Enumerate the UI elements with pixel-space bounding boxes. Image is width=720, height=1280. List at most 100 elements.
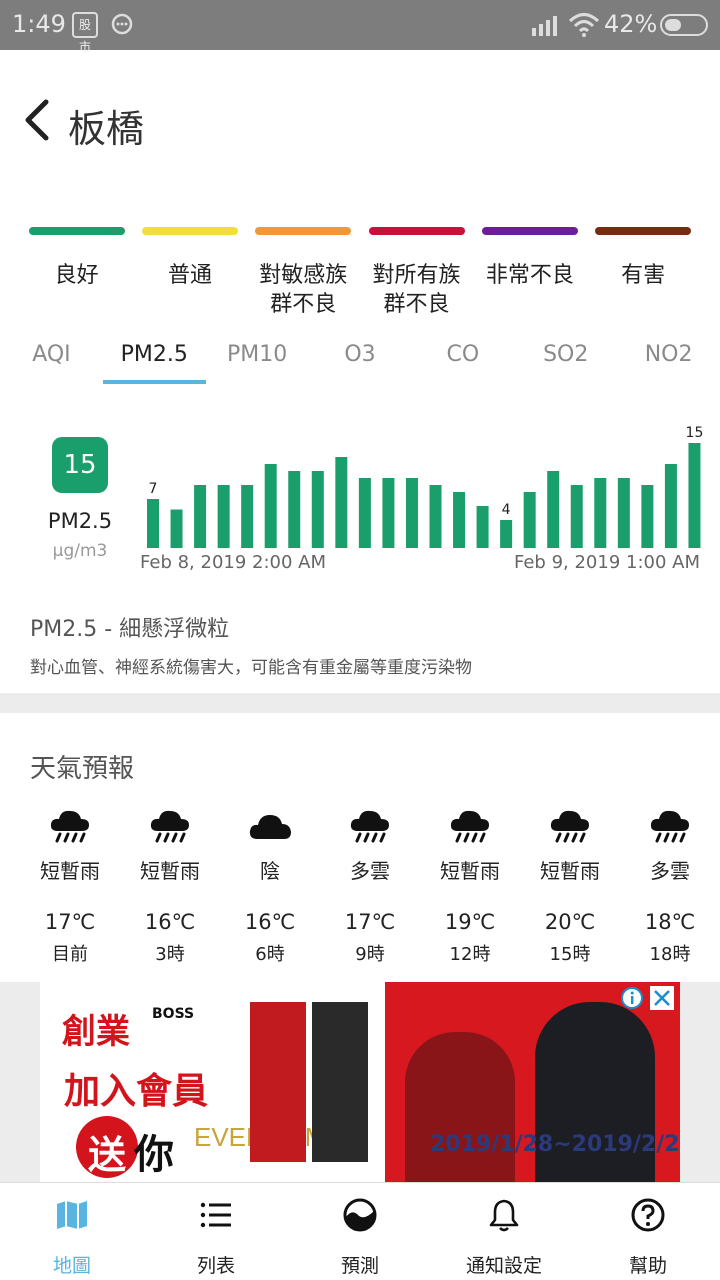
ad-product-box bbox=[312, 1002, 368, 1162]
nav-item-help[interactable]: 幫助 bbox=[576, 1183, 720, 1280]
chart-bar bbox=[500, 520, 513, 548]
tab-so2[interactable]: SO2 bbox=[514, 338, 617, 384]
status-bar: 1:49 股市 42% bbox=[0, 0, 720, 54]
tab-co[interactable]: CO bbox=[411, 338, 514, 384]
pollutant-description-title: PM2.5 - 細懸浮微粒 bbox=[30, 617, 230, 642]
nav-label: 地圖 bbox=[52, 1255, 91, 1277]
ad-brand: 創業 bbox=[62, 1012, 130, 1052]
legend-item: 對所有族 群不良 bbox=[360, 227, 473, 319]
wifi-icon bbox=[568, 13, 600, 37]
chart-bar bbox=[405, 478, 418, 548]
ad-you-text: 你 bbox=[134, 1132, 174, 1178]
ad-close-icon[interactable] bbox=[650, 986, 674, 1010]
forecast-condition: 短暫雨 bbox=[40, 859, 100, 883]
chart-bar bbox=[688, 443, 701, 548]
chart-bar bbox=[453, 492, 466, 548]
legend-color-bar bbox=[595, 227, 692, 235]
forecast-temperature: 18℃ bbox=[644, 910, 696, 934]
forecast-time: 9時 bbox=[355, 944, 385, 965]
chart-bar bbox=[594, 478, 607, 548]
forecast-item: 多雲 17℃ 9時 bbox=[320, 805, 420, 966]
forecast-title: 天氣預報 bbox=[30, 754, 135, 784]
nav-item-list[interactable]: 列表 bbox=[144, 1183, 288, 1280]
legend-label: 非常不良 bbox=[485, 263, 574, 288]
pm25-chart: 7 4 15 bbox=[140, 415, 705, 575]
ad-dates: 2019/1/28~2019/2/28 bbox=[430, 1132, 680, 1157]
legend-color-bar bbox=[141, 227, 238, 235]
tab-o3[interactable]: O3 bbox=[309, 338, 412, 384]
rain-cloud-icon bbox=[150, 810, 189, 843]
stock-app-icon: 股市 bbox=[72, 12, 98, 54]
ad-banner[interactable]: 創業 BOSS 加入會員 送 你 EVERYTIME 2019/1/28~201… bbox=[40, 982, 680, 1182]
pollutant-description-body: 對心血管、神經系統傷害大，可能含有重金屬等重度污染物 bbox=[30, 658, 472, 678]
tab-aqi[interactable]: AQI bbox=[0, 338, 103, 384]
ad-headline: 加入會員 bbox=[64, 1071, 209, 1112]
pollutant-name: PM2.5 bbox=[47, 509, 113, 533]
chart-bar bbox=[264, 464, 277, 548]
legend-item: 有害 bbox=[586, 227, 699, 319]
legend-item: 良好 bbox=[20, 227, 133, 319]
section-divider bbox=[0, 693, 720, 713]
chart-bar bbox=[429, 485, 442, 548]
message-icon bbox=[111, 13, 133, 35]
chart-bar bbox=[382, 478, 395, 548]
ad-product-box bbox=[250, 1002, 306, 1162]
forecast-condition: 多雲 bbox=[350, 859, 390, 883]
list-icon bbox=[200, 1202, 231, 1228]
chart-svg: 7 4 15 bbox=[147, 425, 704, 548]
forecast-temperature: 17℃ bbox=[344, 910, 396, 934]
nav-item-bell[interactable]: 通知設定 bbox=[432, 1183, 576, 1280]
forecast-item: 短暫雨 20℃ 15時 bbox=[520, 805, 620, 966]
forecast-item: 多雲 18℃ 18時 bbox=[620, 805, 720, 966]
back-arrow-icon[interactable] bbox=[22, 98, 52, 142]
nav-item-forecast[interactable]: 預測 bbox=[288, 1183, 432, 1280]
map-icon bbox=[57, 1201, 87, 1229]
forecast-condition: 短暫雨 bbox=[440, 859, 500, 883]
page-title: 板橋 bbox=[68, 107, 145, 151]
rain-cloud-icon bbox=[550, 810, 589, 843]
tab-pm25[interactable]: PM2.5 bbox=[102, 338, 206, 384]
nav-item-map[interactable]: 地圖 bbox=[0, 1183, 144, 1280]
chart-bar bbox=[147, 499, 159, 548]
legend-item: 普通 bbox=[133, 227, 246, 319]
chart-bar bbox=[570, 485, 583, 548]
tab-no2[interactable]: NO2 bbox=[617, 338, 720, 384]
chart-data-label: 4 bbox=[502, 502, 511, 518]
forecast-temperature: 16℃ bbox=[244, 910, 296, 934]
forecast-item: 短暫雨 17℃ 目前 bbox=[20, 805, 120, 966]
forecast-temperature: 20℃ bbox=[544, 910, 596, 934]
ad-left-panel: 創業 BOSS 加入會員 送 你 EVERYTIME bbox=[52, 992, 344, 1182]
tab-pm10[interactable]: PM10 bbox=[206, 338, 309, 384]
forecast-condition: 多雲 bbox=[650, 859, 690, 883]
legend-color-bar bbox=[368, 227, 465, 235]
forecast-item: 短暫雨 16℃ 3時 bbox=[120, 805, 220, 966]
chart-data-label: 15 bbox=[686, 425, 704, 441]
bottom-nav: 地圖 列表 預測 通知設定 幫助 bbox=[0, 1182, 720, 1280]
current-value-badge: 15 bbox=[52, 437, 108, 493]
forecast-condition: 短暫雨 bbox=[540, 859, 600, 883]
pollutant-tabs: AQI PM2.5 PM10 O3 CO SO2 NO2 bbox=[0, 338, 720, 384]
legend-label: 對所有族 群不良 bbox=[372, 263, 461, 317]
chart-bar bbox=[358, 478, 371, 548]
nav-label: 幫助 bbox=[628, 1255, 667, 1277]
chart-bar bbox=[641, 485, 654, 548]
ad-container: 創業 BOSS 加入會員 送 你 EVERYTIME 2019/1/28~201… bbox=[0, 982, 720, 1182]
chart-data-label: 7 bbox=[149, 481, 158, 497]
bell-icon bbox=[489, 1199, 519, 1232]
ad-info-icon[interactable] bbox=[620, 986, 644, 1010]
ad-product-boxes bbox=[250, 1002, 370, 1162]
chart-end-label: Feb 9, 2019 1:00 AM bbox=[513, 552, 700, 573]
forecast-time: 12時 bbox=[449, 944, 491, 965]
forecast-temperature: 17℃ bbox=[44, 910, 96, 934]
legend-label: 良好 bbox=[54, 263, 99, 288]
chart-bar bbox=[523, 492, 536, 548]
chart-bar bbox=[664, 464, 677, 548]
chart-bar bbox=[335, 457, 348, 548]
forecast-condition: 陰 bbox=[260, 859, 280, 883]
forecast-icon bbox=[343, 1198, 377, 1232]
forecast-list: 短暫雨 17℃ 目前 短暫雨 16℃ 3時陰 16℃ 6時 多雲 17℃ 9時 短暫雨 19℃ 12時 短暫… bbox=[20, 805, 720, 966]
chart-start-label: Feb 8, 2019 2:00 AM bbox=[140, 552, 327, 573]
forecast-temperature: 19℃ bbox=[444, 910, 496, 934]
chart-bar bbox=[170, 509, 183, 548]
status-time: 1:49 bbox=[12, 10, 66, 38]
